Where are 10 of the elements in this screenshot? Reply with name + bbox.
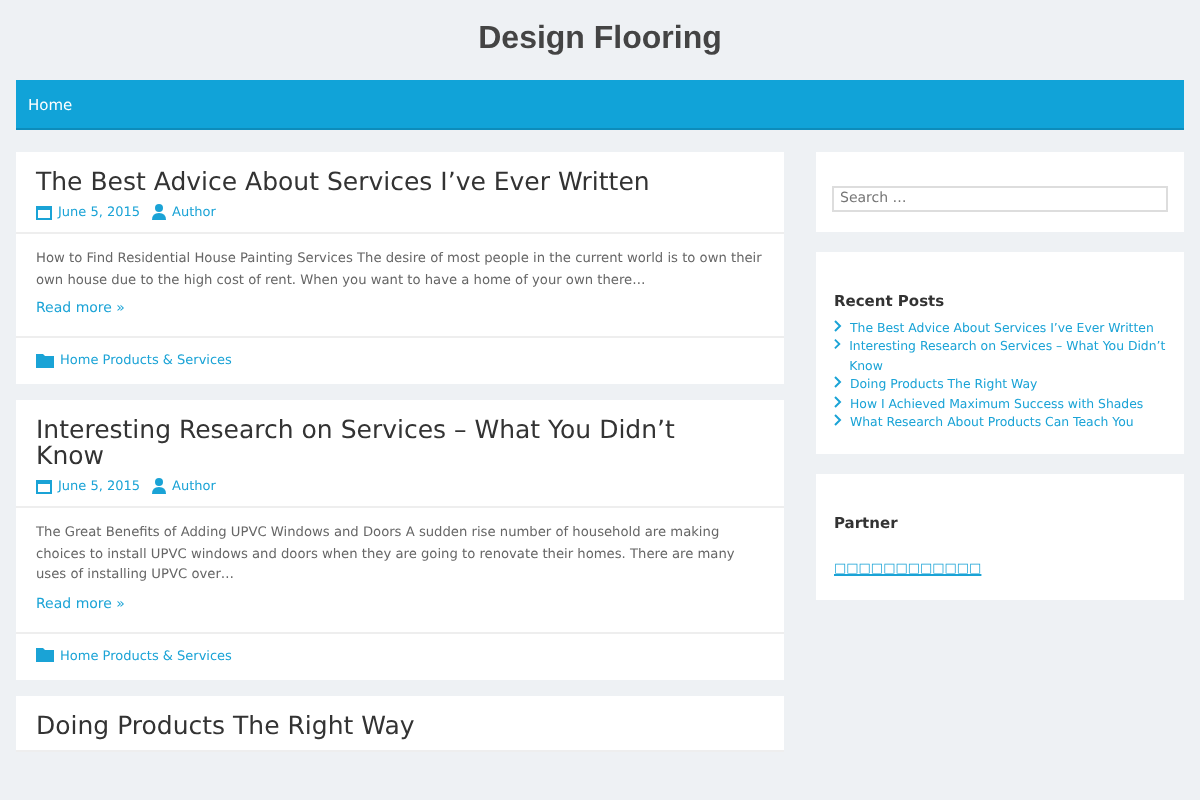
calendar-icon — [36, 478, 52, 494]
user-icon — [152, 478, 167, 494]
post-title[interactable]: Doing Products The Right Way — [36, 711, 764, 737]
folder-icon — [36, 648, 54, 662]
user-icon — [152, 204, 167, 220]
site-title[interactable]: Design Flooring — [478, 22, 722, 58]
post-title[interactable]: Interesting Research on Services – What You Didn’t Know — [36, 416, 764, 468]
folder-icon — [36, 353, 54, 367]
post-title[interactable]: The Best Advice About Services I’ve Ever Written — [36, 168, 764, 194]
calendar-icon — [36, 204, 52, 220]
